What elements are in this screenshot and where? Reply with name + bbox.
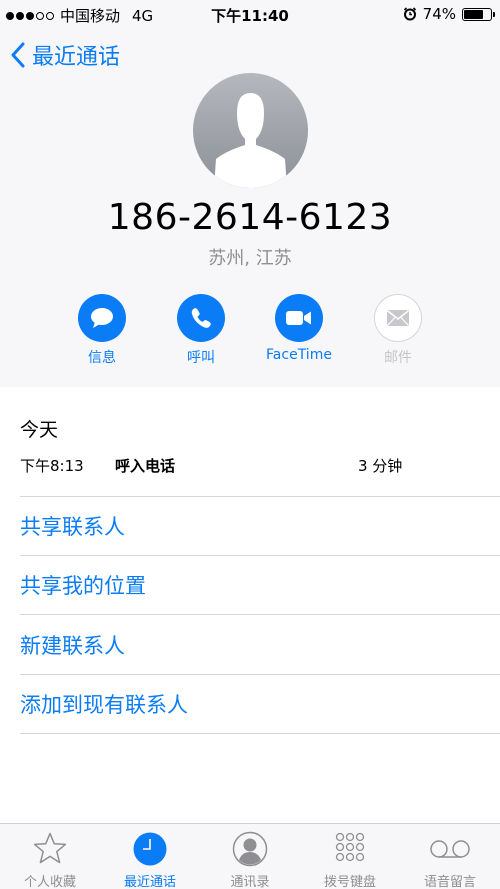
- tab-favorites[interactable]: 个人收藏: [0, 830, 100, 889]
- contact-actions: 信息 呼叫 FaceTime 邮件: [0, 294, 500, 374]
- contact-location: 苏州, 江苏: [208, 248, 292, 269]
- share-contact-option[interactable]: 共享联系人: [20, 511, 125, 541]
- message-icon: [78, 294, 126, 342]
- contact-phone-number: 186-2614-6123: [107, 197, 393, 238]
- person-silhouette-icon: [214, 93, 287, 188]
- tab-keypad[interactable]: 拨号键盘: [300, 830, 400, 889]
- contacts-icon: [200, 830, 300, 868]
- tab-label: 个人收藏: [23, 875, 76, 889]
- facetime-label: FaceTime: [266, 347, 332, 363]
- new-contact-option[interactable]: 新建联系人: [20, 630, 125, 660]
- avatar: [193, 73, 308, 188]
- tab-recents[interactable]: 最近通话: [100, 830, 200, 889]
- battery-icon: [462, 7, 495, 21]
- message-action[interactable]: 信息: [52, 294, 152, 367]
- clock-icon: [100, 830, 200, 868]
- tab-label: 最近通话: [123, 875, 176, 889]
- tab-label: 拨号键盘: [323, 875, 376, 889]
- tab-voicemail[interactable]: 语音留言: [400, 830, 500, 889]
- facetime-action[interactable]: FaceTime: [249, 294, 349, 363]
- star-icon: [0, 830, 100, 868]
- divider: [20, 674, 500, 675]
- mail-icon: [374, 294, 422, 342]
- call-label: 呼叫: [187, 350, 215, 366]
- divider: [20, 496, 500, 497]
- tab-label: 通讯录: [230, 875, 270, 889]
- voicemail-icon: [400, 830, 500, 868]
- tab-contacts[interactable]: 通讯录: [200, 830, 300, 889]
- status-right: 74%: [403, 5, 495, 23]
- keypad-icon: [300, 830, 400, 868]
- phone-icon: [177, 294, 225, 342]
- divider: [20, 614, 500, 615]
- call-type: 呼入电话: [115, 457, 176, 475]
- tab-label: 语音留言: [423, 875, 476, 889]
- battery-percentage: 74%: [422, 5, 456, 23]
- divider: [20, 555, 500, 556]
- call-action[interactable]: 呼叫: [151, 294, 251, 367]
- video-icon: [275, 294, 323, 342]
- call-duration: 3 分钟: [358, 457, 403, 475]
- back-label: 最近通话: [32, 45, 121, 70]
- alarm-icon: [403, 7, 416, 21]
- divider: [20, 733, 500, 734]
- tab-bar: 个人收藏 最近通话 通讯录 拨号键盘 语音留言: [0, 823, 500, 889]
- recent-calls-section: 今天 下午8:13 呼入电话 3 分钟: [20, 415, 500, 475]
- share-location-option[interactable]: 共享我的位置: [20, 570, 146, 600]
- back-button[interactable]: 最近通话: [10, 39, 120, 71]
- mail-action: 邮件: [348, 294, 448, 367]
- chevron-left-icon: [11, 42, 25, 68]
- mail-label: 邮件: [384, 350, 412, 366]
- message-label: 信息: [88, 350, 116, 366]
- call-time: 下午8:13: [20, 457, 84, 475]
- status-bar: 中国移动 4G 下午11:40 74%: [0, 0, 500, 28]
- date-heading: 今天: [20, 419, 59, 441]
- add-to-existing-contact-option[interactable]: 添加到现有联系人: [20, 689, 188, 719]
